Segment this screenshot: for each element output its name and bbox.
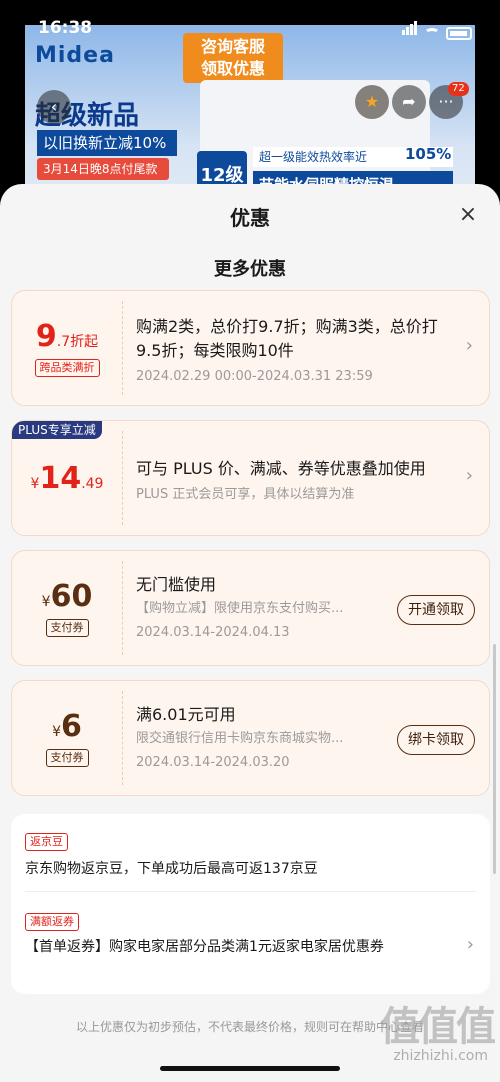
rebate-tag: 返京豆 [25, 833, 68, 851]
home-indicator[interactable] [160, 1066, 340, 1071]
offer-text: 满6.01元可用 [136, 705, 236, 724]
efficiency-percent: 105% [405, 145, 452, 163]
scrollbar[interactable] [493, 644, 496, 874]
offer-card-plus[interactable]: PLUS专享立减 ¥14.49 可与 PLUS 价、满减、券等优惠叠加使用 PL… [11, 420, 490, 536]
offer-card-discount[interactable]: 9.7折起 跨品类满折 购满2类，总价打9.7折；购满3类，总价打9.5折；每类… [11, 290, 490, 406]
tradein-label: 以旧换新立减10% [37, 130, 177, 156]
currency-symbol: ¥ [52, 724, 62, 740]
offer-value: ¥60 支付券 [12, 551, 122, 665]
status-icons [402, 20, 472, 40]
offer-details: 购满2类，总价打9.7折；购满3类，总价打9.5折；每类限购10件 2024.0… [136, 315, 449, 387]
offer-sub: PLUS 正式会员可享，具体以结算为准 [136, 487, 355, 502]
offer-value: ¥6 支付券 [12, 681, 122, 795]
currency-symbol: ¥ [41, 594, 51, 610]
close-button[interactable]: × [456, 204, 480, 228]
status-time: 16:38 [38, 18, 93, 38]
rebate-tag: 满额返券 [25, 913, 79, 931]
share-icon: ➦ [402, 92, 416, 111]
offer-details: 无门槛使用 【购物立减】限使用京东支付购买... 2024.03.14-2024… [136, 573, 379, 643]
offer-text: 购满2类，总价打9.7折；购满3类，总价打9.5折；每类限购10件 [136, 317, 438, 360]
pay-coupon-tag: 支付券 [45, 749, 89, 767]
battery-icon [446, 27, 472, 40]
offer-value-text: ¥14.49 [12, 461, 122, 496]
offer-tag: 跨品类满折 [34, 359, 100, 377]
wifi-icon [424, 28, 440, 40]
offer-sub: 【购物立减】限使用京东支付购买... [136, 601, 344, 616]
offer-details: 可与 PLUS 价、满减、券等优惠叠加使用 PLUS 正式会员可享，具体以结算为… [136, 457, 449, 505]
dashed-divider [122, 561, 123, 655]
offer-value: 9.7折起 跨品类满折 [12, 291, 122, 405]
status-bar: 16:38 [0, 0, 500, 40]
sheet-title: 优惠 [230, 206, 270, 230]
chevron-right-icon: › [466, 934, 474, 955]
dashed-divider [122, 431, 123, 525]
offer-card-coupon-6: ¥6 支付券 满6.01元可用 限交通银行信用卡购京东商城实物... 2024.… [11, 680, 490, 796]
back-button[interactable]: ‹ [37, 90, 71, 124]
watermark-logo: 值值值 [380, 1004, 496, 1050]
date-badge: 3月14日晚8点付尾款 [37, 158, 169, 180]
chevron-right-icon: › [465, 465, 473, 486]
offer-card-coupon-60: ¥60 支付券 无门槛使用 【购物立减】限使用京东支付购买... 2024.03… [11, 550, 490, 666]
offer-value-text: ¥6 [12, 709, 122, 744]
chevron-left-icon: ‹ [50, 97, 58, 116]
offer-date: 2024.03.14-2024.04.13 [136, 625, 290, 640]
signal-icon [402, 20, 418, 40]
consult-service-badge[interactable]: 咨询客服 领取优惠 [183, 33, 283, 83]
offer-value-small: .7折起 [56, 334, 99, 350]
offer-text: 可与 PLUS 价、满减、券等优惠叠加使用 [136, 459, 426, 478]
rebate-card: 返京豆 京东购物返京豆，下单成功后最高可返137京豆 满额返券 【首单返券】购家… [11, 814, 490, 994]
offer-value-big: 60 [50, 579, 93, 614]
divider-line [25, 891, 476, 892]
offer-value: ¥14.49 [12, 421, 122, 535]
offer-details: 满6.01元可用 限交通银行信用卡购京东商城实物... 2024.03.14-2… [136, 703, 379, 773]
offer-value-small: .49 [81, 476, 104, 492]
rebate-text: 【首单返券】购家电家居部分品类满1元返家电家居优惠券 [25, 939, 384, 955]
offer-value-big: 9 [35, 319, 57, 354]
star-icon: ★ [364, 92, 380, 111]
bind-card-claim-button[interactable]: 绑卡领取 [397, 725, 475, 755]
dashed-divider [122, 691, 123, 785]
offer-value-text: ¥60 [12, 579, 122, 614]
offer-value-text: 9.7折起 [12, 319, 122, 354]
pay-coupon-tag: 支付券 [45, 619, 89, 637]
offer-value-big: 6 [61, 709, 82, 744]
brand-logo: Midea [35, 43, 115, 68]
favorite-button[interactable]: ★ [355, 85, 389, 119]
close-icon: × [458, 202, 478, 227]
rebate-text: 京东购物返京豆，下单成功后最高可返137京豆 [25, 861, 318, 877]
offers-sheet: 优惠 × 更多优惠 9.7折起 跨品类满折 购满2类，总价打9.7折；购满3类，… [0, 184, 500, 1082]
offer-sub: 限交通银行信用卡购京东商城实物... [136, 731, 344, 746]
dashed-divider [122, 301, 123, 395]
consult-line2: 领取优惠 [200, 59, 265, 78]
watermark-url: zhizhizhi.com [393, 1048, 488, 1064]
offer-date: 2024.03.14-2024.03.20 [136, 755, 290, 770]
message-count-badge: 72 [448, 82, 469, 96]
offer-date: 2024.02.29 00:00-2024.03.31 23:59 [136, 369, 373, 384]
share-button[interactable]: ➦ [392, 85, 426, 119]
coupon-rebate-row[interactable]: 满额返券 【首单返券】购家电家居部分品类满1元返家电家居优惠券 [25, 910, 450, 957]
jingdou-rebate-row: 返京豆 京东购物返京豆，下单成功后最高可返137京豆 [25, 830, 476, 881]
section-title: 更多优惠 [214, 259, 286, 280]
offer-text: 无门槛使用 [136, 575, 217, 594]
chevron-right-icon: › [465, 335, 473, 356]
activate-claim-button[interactable]: 开通领取 [397, 595, 475, 625]
offer-value-big: 14 [39, 461, 82, 496]
